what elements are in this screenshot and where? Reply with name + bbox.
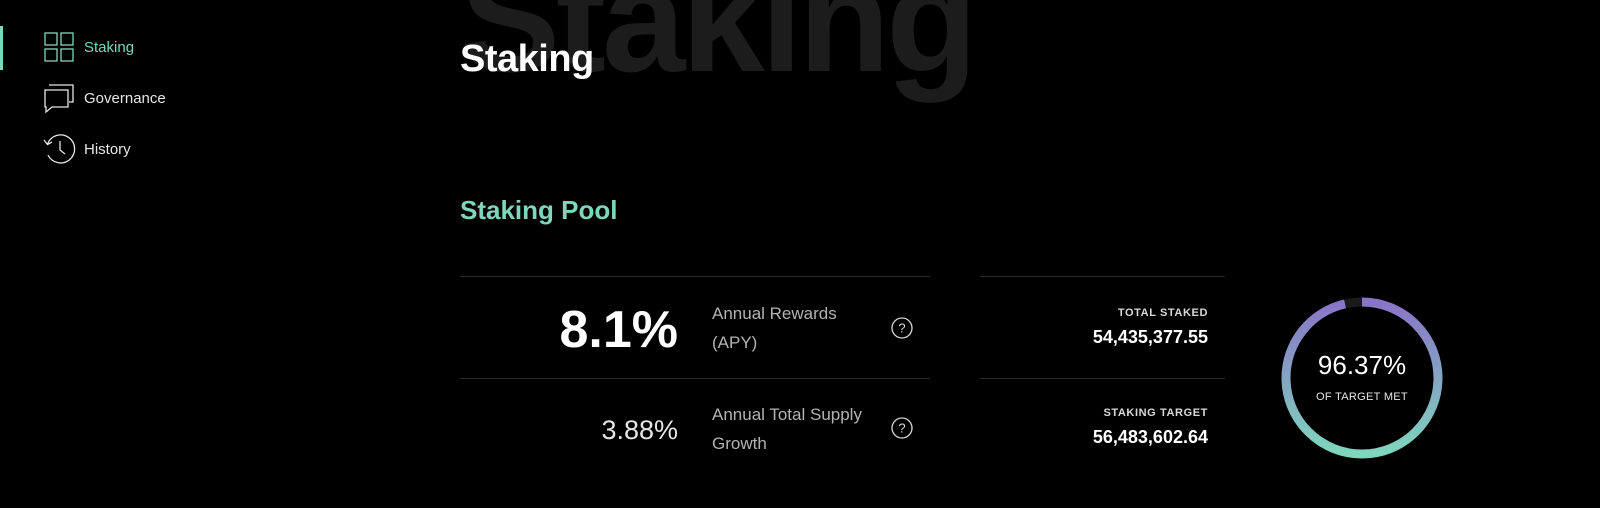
divider [980, 276, 1225, 277]
sidebar-item-label: Staking [84, 38, 135, 56]
history-clock-icon [42, 132, 76, 166]
total-staked-value: 54,435,377.55 [1092, 327, 1208, 347]
divider [460, 378, 930, 379]
chat-bubbles-icon [42, 81, 76, 115]
active-indicator [0, 26, 3, 70]
help-icon[interactable]: ? [891, 317, 913, 339]
staking-target-label: STAKING TARGET [1103, 407, 1208, 419]
svg-text:?: ? [898, 421, 905, 436]
help-icon[interactable]: ? [891, 417, 913, 439]
sidebar-item-label: Governance [84, 89, 166, 107]
apy-label: Annual Rewards (APY) [712, 304, 837, 352]
sidebar-item-governance[interactable]: Governance [42, 81, 166, 115]
total-staked-label: TOTAL STAKED [1117, 307, 1208, 319]
divider [460, 276, 930, 277]
apy-value: 8.1% [559, 301, 678, 359]
svg-text:?: ? [898, 321, 905, 336]
page-title: Staking [460, 38, 594, 80]
staking-app: Staking Governance History Staking Staki… [0, 0, 1600, 508]
section-title-staking-pool: Staking Pool [460, 195, 618, 225]
sidebar: Staking Governance History [0, 0, 300, 508]
supply-growth-value: 3.88% [601, 415, 678, 445]
divider [980, 378, 1225, 379]
supply-growth-label: Annual Total Supply Growth [712, 405, 862, 453]
staking-target-value: 56,483,602.64 [1092, 427, 1208, 447]
sidebar-item-label: History [84, 140, 131, 158]
sidebar-item-staking[interactable]: Staking [42, 30, 134, 64]
gauge-percent: 96.37% [1317, 350, 1407, 380]
grid-icon [42, 30, 76, 64]
sidebar-item-history[interactable]: History [42, 132, 131, 166]
gauge-caption: OF TARGET MET [1316, 391, 1408, 403]
